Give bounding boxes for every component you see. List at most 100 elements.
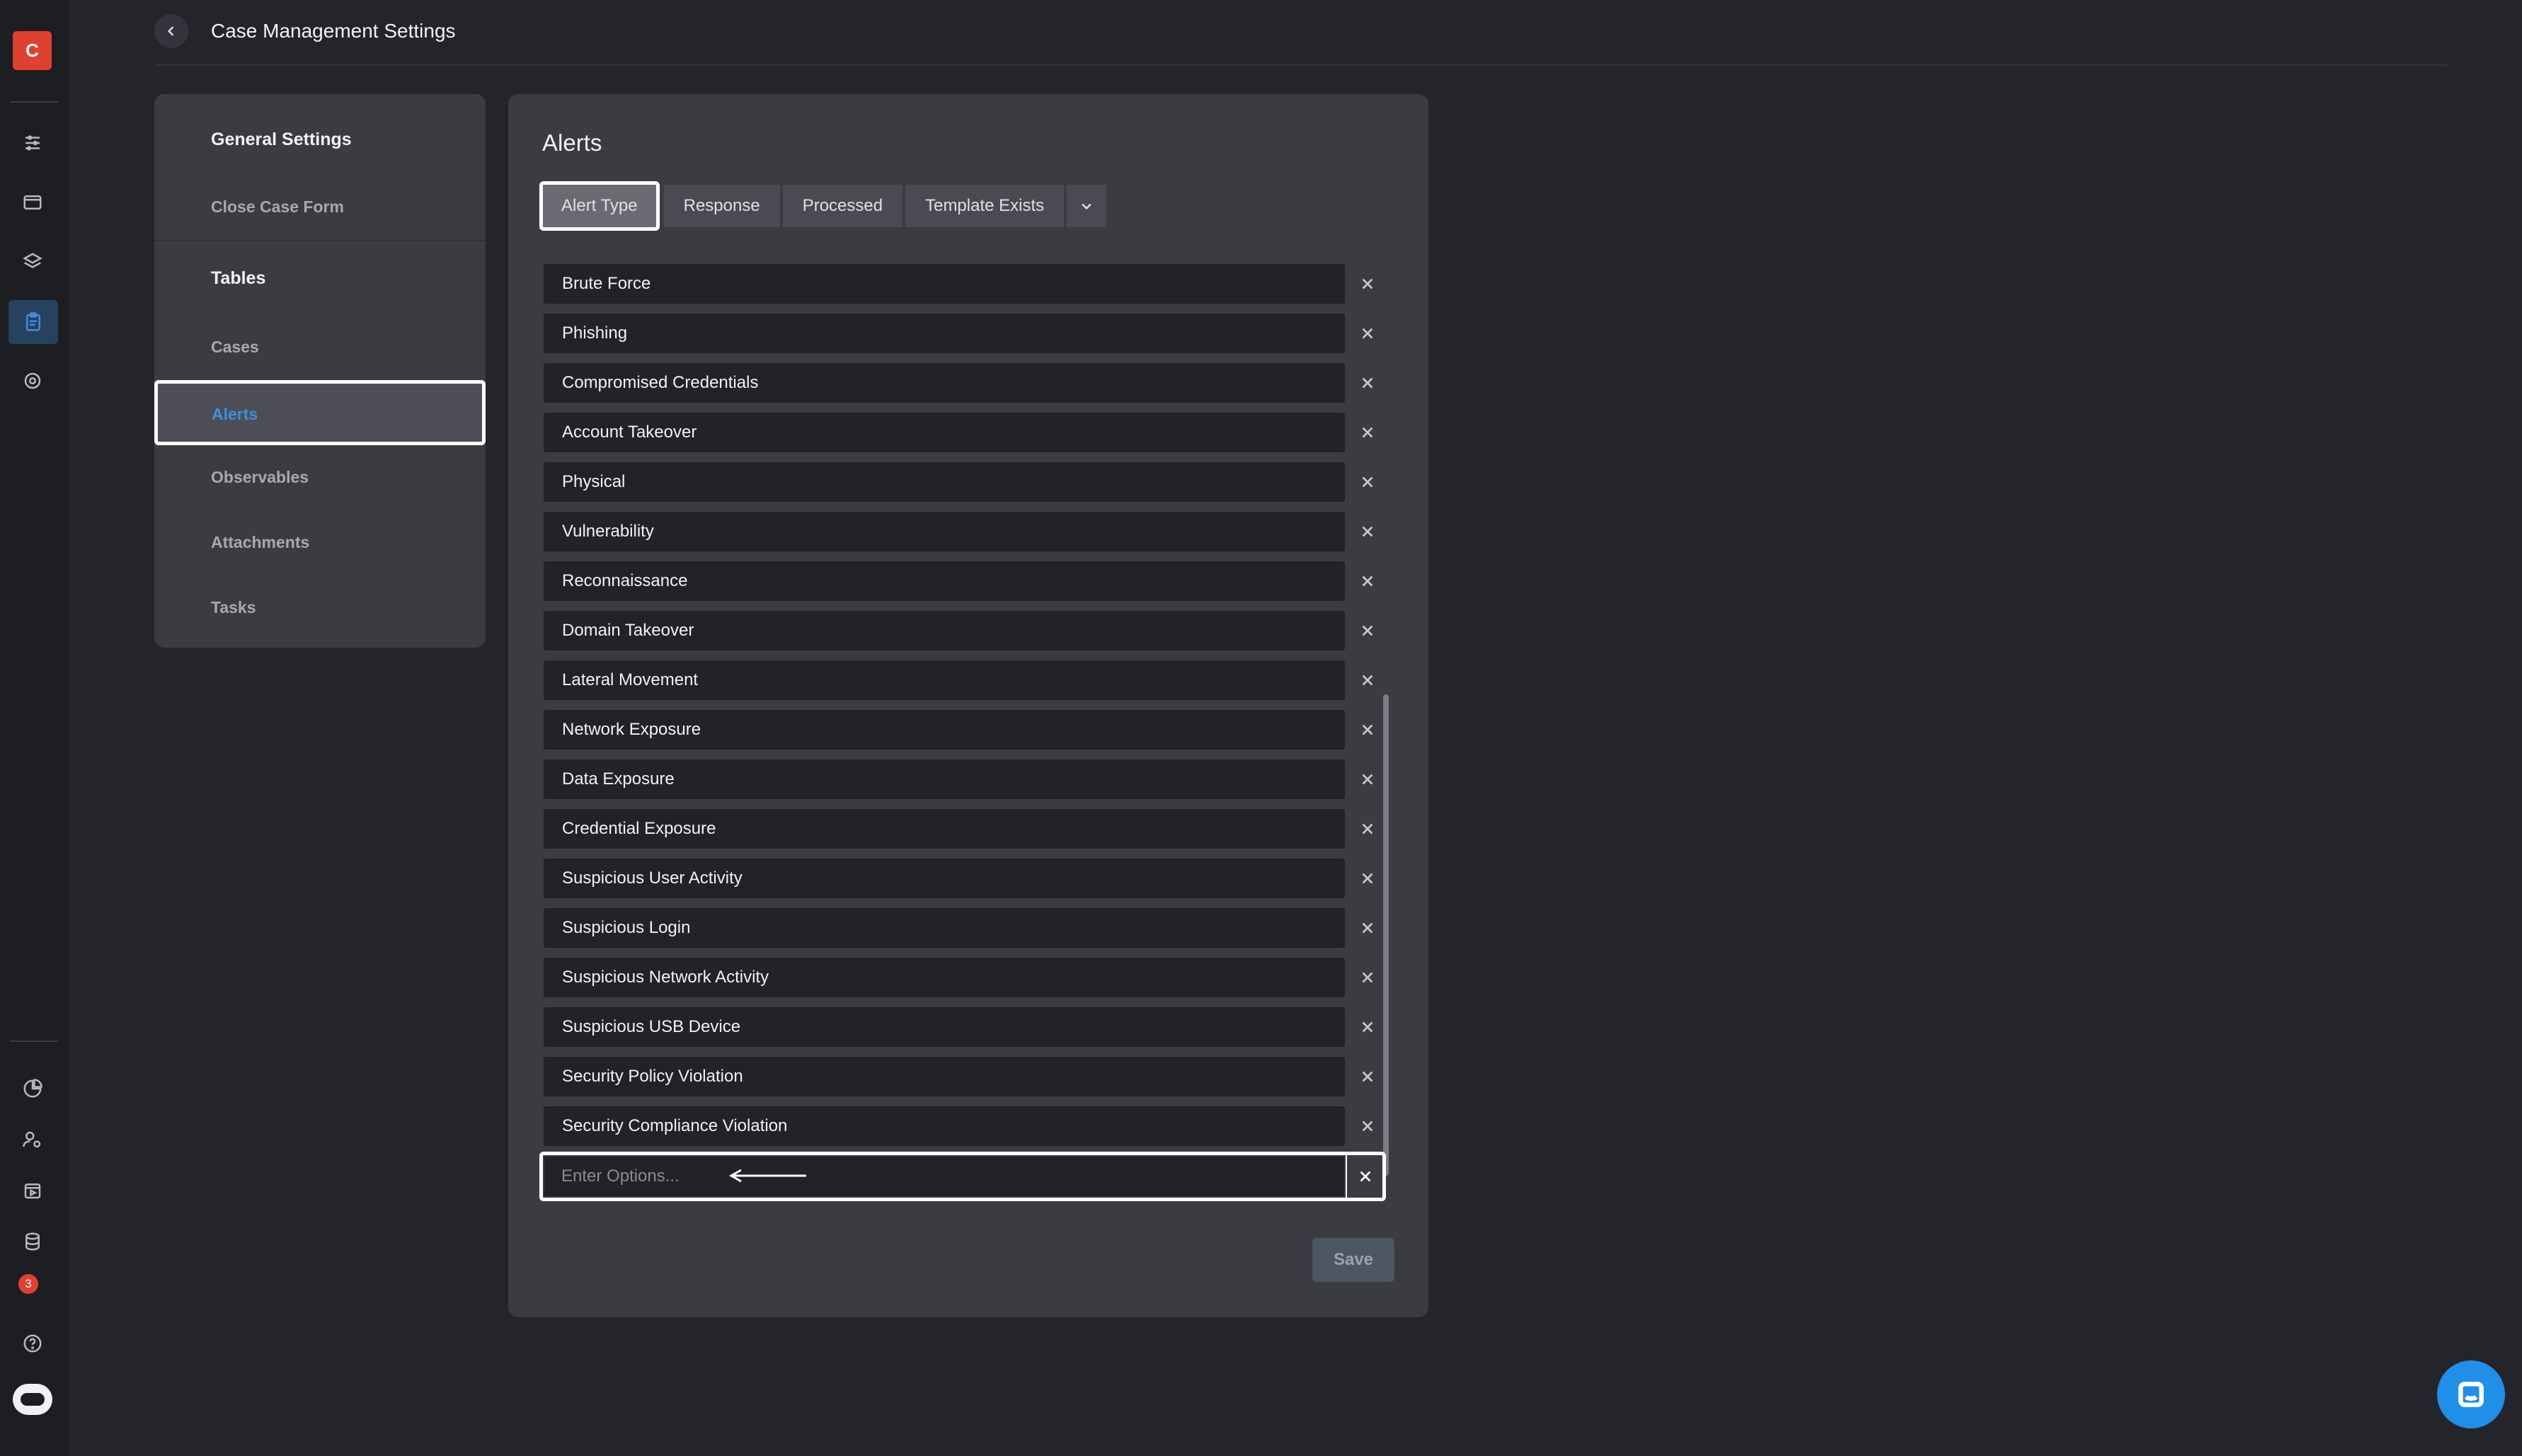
option-field[interactable]: Network Exposure xyxy=(544,710,1345,750)
nav-item-close-case-form[interactable]: Close Case Form xyxy=(211,197,344,217)
close-icon xyxy=(1362,328,1373,339)
panel-title: Alerts xyxy=(542,130,602,156)
help-icon[interactable] xyxy=(14,1325,51,1362)
workspace-logo[interactable]: C xyxy=(13,31,52,70)
option-row: Suspicious Network Activity xyxy=(544,958,1393,1007)
chat-launcher[interactable] xyxy=(2437,1360,2505,1428)
option-row: Compromised Credentials xyxy=(544,363,1393,413)
option-row: Phishing xyxy=(544,314,1393,363)
close-icon xyxy=(1362,377,1373,389)
option-field[interactable]: Compromised Credentials xyxy=(544,363,1345,403)
tab-response[interactable]: Response xyxy=(663,185,780,227)
rail-divider xyxy=(10,1041,58,1042)
option-field[interactable]: Suspicious USB Device xyxy=(544,1007,1345,1047)
remove-option-button[interactable] xyxy=(1353,418,1382,447)
remove-option-button[interactable] xyxy=(1353,270,1382,298)
nav-item-observables[interactable]: Observables xyxy=(211,468,309,487)
nav-item-tasks[interactable]: Tasks xyxy=(211,598,256,617)
close-icon xyxy=(1362,1071,1373,1082)
layers-icon[interactable] xyxy=(14,243,51,280)
close-icon xyxy=(1362,427,1373,438)
tab-alert-type[interactable]: Alert Type xyxy=(539,181,660,231)
remove-option-button[interactable] xyxy=(1353,914,1382,942)
remove-option-button[interactable] xyxy=(1353,1062,1382,1091)
remove-option-button[interactable] xyxy=(1353,1013,1382,1041)
tab-template-exists[interactable]: Template Exists xyxy=(905,185,1065,227)
notification-badge[interactable]: 3 xyxy=(18,1274,38,1294)
option-row: Physical xyxy=(544,462,1393,512)
assistant-icon[interactable] xyxy=(13,1384,52,1415)
clear-new-option-button[interactable] xyxy=(1351,1162,1380,1191)
field-tabs: Alert Type Response Processed Template E… xyxy=(539,181,1109,231)
close-icon xyxy=(1362,1120,1373,1132)
remove-option-button[interactable] xyxy=(1353,617,1382,645)
save-button[interactable]: Save xyxy=(1312,1238,1394,1282)
back-button[interactable] xyxy=(154,14,188,48)
pie-chart-icon[interactable] xyxy=(14,1070,51,1107)
alerts-panel: Alerts Alert Type Response Processed Tem… xyxy=(508,94,1428,1317)
options-scrollbar[interactable] xyxy=(1383,694,1389,1176)
option-row: Suspicious USB Device xyxy=(544,1007,1393,1057)
remove-option-button[interactable] xyxy=(1353,815,1382,843)
close-icon xyxy=(1362,278,1373,290)
option-field[interactable]: Brute Force xyxy=(544,264,1345,304)
close-icon xyxy=(1362,526,1373,537)
option-row: Network Exposure xyxy=(544,710,1393,759)
option-field[interactable]: Suspicious Network Activity xyxy=(544,958,1345,997)
option-row: Account Takeover xyxy=(544,413,1393,462)
close-icon xyxy=(1362,972,1373,983)
chevron-down-icon xyxy=(1082,203,1091,210)
tab-processed[interactable]: Processed xyxy=(782,185,903,227)
option-field[interactable]: Suspicious Login xyxy=(544,908,1345,948)
header-divider xyxy=(154,64,2448,66)
close-icon xyxy=(1362,873,1373,884)
option-field[interactable]: Security Policy Violation xyxy=(544,1057,1345,1096)
nav-heading-general[interactable]: General Settings xyxy=(211,130,352,150)
option-field[interactable]: Lateral Movement xyxy=(544,660,1345,700)
sliders-icon[interactable] xyxy=(14,125,51,161)
remove-option-button[interactable] xyxy=(1353,765,1382,793)
close-icon xyxy=(1362,724,1373,735)
target-icon[interactable] xyxy=(14,362,51,399)
chevron-left-icon xyxy=(167,26,174,36)
page-title: Case Management Settings xyxy=(211,20,456,42)
clipboard-icon[interactable] xyxy=(8,300,58,344)
remove-option-button[interactable] xyxy=(1353,517,1382,546)
option-field[interactable]: Phishing xyxy=(544,314,1345,353)
remove-option-button[interactable] xyxy=(1353,1112,1382,1140)
settings-nav: General Settings Close Case Form Tables … xyxy=(154,94,486,648)
remove-option-button[interactable] xyxy=(1353,716,1382,744)
option-field[interactable]: Physical xyxy=(544,462,1345,502)
option-field[interactable]: Security Compliance Violation xyxy=(544,1106,1345,1146)
close-icon xyxy=(1362,675,1373,686)
remove-option-button[interactable] xyxy=(1353,666,1382,694)
nav-item-attachments[interactable]: Attachments xyxy=(211,533,309,552)
new-option-input[interactable] xyxy=(544,1157,1344,1196)
close-icon xyxy=(1362,625,1373,636)
option-row: Vulnerability xyxy=(544,512,1393,561)
option-field[interactable]: Credential Exposure xyxy=(544,809,1345,849)
option-field[interactable]: Domain Takeover xyxy=(544,611,1345,650)
remove-option-button[interactable] xyxy=(1353,963,1382,992)
options-list: Brute Force Phishing Compromised Credentia… xyxy=(544,264,1393,1156)
option-field[interactable]: Reconnaissance xyxy=(544,561,1345,601)
option-field[interactable]: Data Exposure xyxy=(544,759,1345,799)
remove-option-button[interactable] xyxy=(1353,319,1382,348)
close-icon xyxy=(1362,575,1373,587)
nav-item-alerts[interactable]: Alerts xyxy=(154,380,486,445)
browser-window-icon[interactable] xyxy=(14,184,51,221)
option-row: Lateral Movement xyxy=(544,660,1393,710)
remove-option-button[interactable] xyxy=(1353,567,1382,595)
user-settings-icon[interactable] xyxy=(14,1121,51,1158)
close-icon xyxy=(1362,823,1373,835)
option-field[interactable]: Account Takeover xyxy=(544,413,1345,452)
option-field[interactable]: Suspicious User Activity xyxy=(544,859,1345,898)
play-calendar-icon[interactable] xyxy=(14,1172,51,1209)
database-icon[interactable] xyxy=(14,1223,51,1260)
remove-option-button[interactable] xyxy=(1353,369,1382,397)
remove-option-button[interactable] xyxy=(1353,864,1382,893)
remove-option-button[interactable] xyxy=(1353,468,1382,496)
more-tabs-button[interactable] xyxy=(1067,185,1107,227)
nav-item-cases[interactable]: Cases xyxy=(211,338,259,357)
option-field[interactable]: Vulnerability xyxy=(544,512,1345,551)
